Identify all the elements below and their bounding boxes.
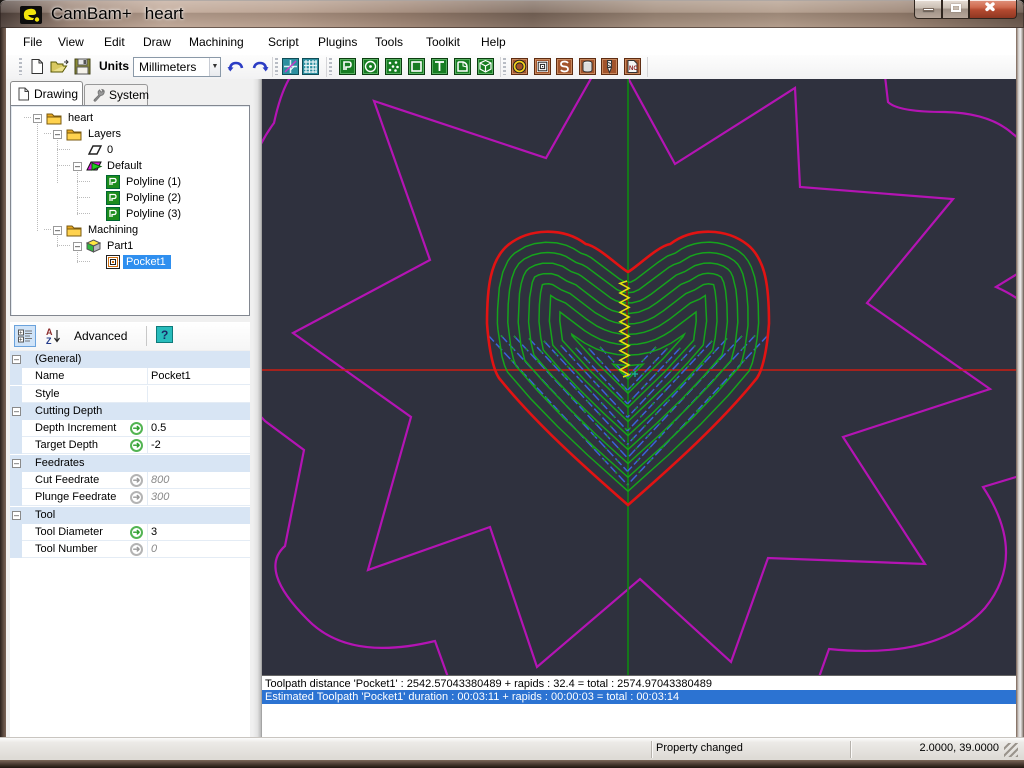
svg-text:+: + [19,330,23,336]
svg-text:Z: Z [46,336,52,345]
svg-text:NC: NC [629,66,638,72]
svg-text:+: + [19,337,23,343]
